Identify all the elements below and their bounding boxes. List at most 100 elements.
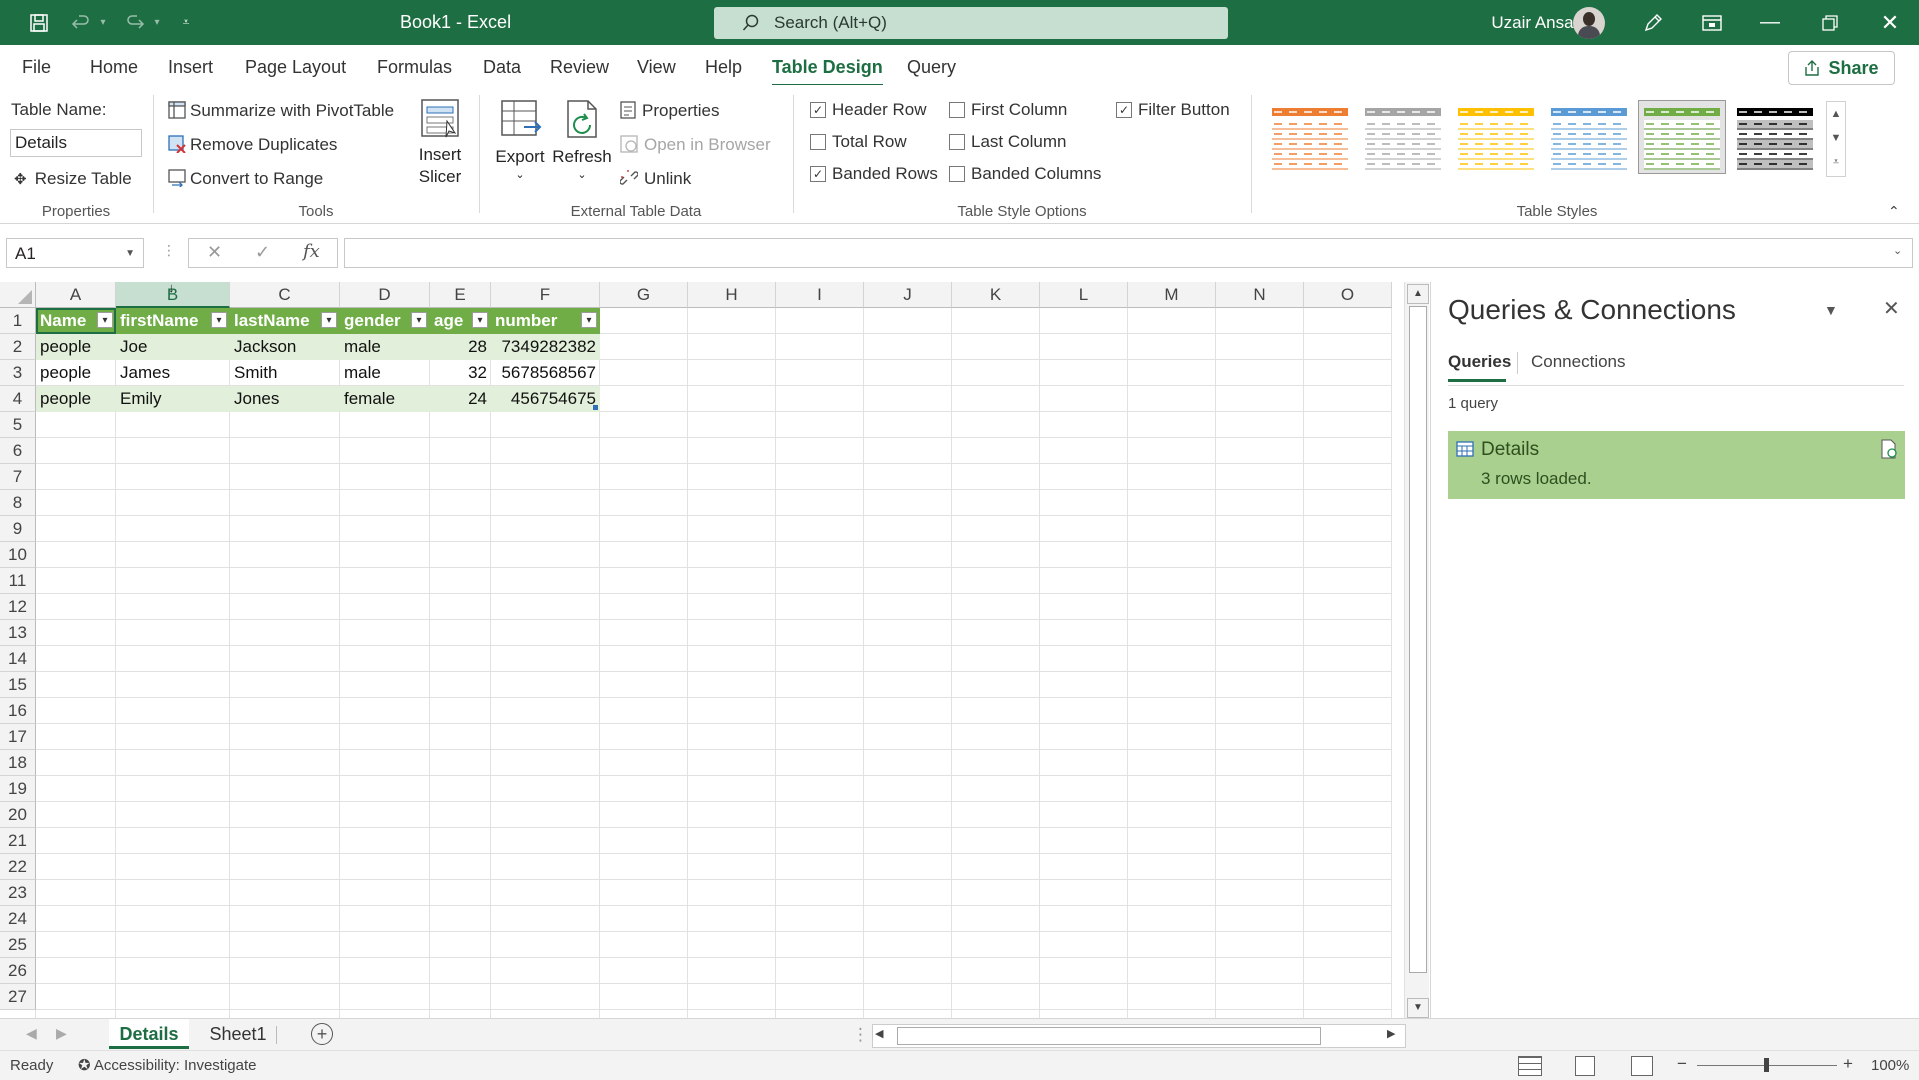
remove-duplicates-button[interactable]: Remove Duplicates	[168, 135, 337, 155]
avatar[interactable]	[1572, 0, 1606, 45]
total-row-checkbox[interactable]	[810, 134, 826, 150]
row-header-19[interactable]: 19	[0, 776, 36, 802]
table-cell[interactable]: 24	[430, 386, 491, 412]
normal-view-icon[interactable]	[1518, 1056, 1542, 1076]
table-resize-handle[interactable]	[593, 405, 598, 410]
row-header-23[interactable]: 23	[0, 880, 36, 906]
table-cell[interactable]: 32	[430, 360, 491, 386]
export-button[interactable]: Export ⌄	[492, 97, 548, 207]
column-header-k[interactable]: K	[952, 282, 1040, 308]
row-header-24[interactable]: 24	[0, 906, 36, 932]
table-cell[interactable]: people	[36, 360, 116, 386]
gallery-up-icon[interactable]: ▲	[1827, 102, 1845, 126]
vertical-scroll-thumb[interactable]	[1409, 306, 1427, 973]
minimize-icon[interactable]: —	[1752, 0, 1788, 45]
table-cell[interactable]: Smith	[230, 360, 340, 386]
filter-dropdown-icon[interactable]: ▾	[581, 312, 597, 328]
table-style-swatch[interactable]	[1545, 100, 1633, 174]
row-header-25[interactable]: 25	[0, 932, 36, 958]
horizontal-scrollbar[interactable]: ◀ ▶	[872, 1024, 1406, 1048]
table-cell[interactable]: James	[116, 360, 230, 386]
table-header-cell[interactable]: firstName ▾	[116, 308, 230, 334]
tab-query[interactable]: Query	[907, 57, 956, 78]
last-column-checkbox[interactable]	[949, 134, 965, 150]
column-header-h[interactable]: H	[688, 282, 776, 308]
table-cell[interactable]: Jackson	[230, 334, 340, 360]
column-header-o[interactable]: O	[1304, 282, 1392, 308]
row-header-11[interactable]: 11	[0, 568, 36, 594]
tab-view[interactable]: View	[637, 57, 676, 78]
zoom-level[interactable]: 100%	[1871, 1057, 1909, 1074]
column-header-j[interactable]: J	[864, 282, 952, 308]
select-all-corner[interactable]	[0, 282, 36, 308]
first-column-checkbox[interactable]	[949, 102, 965, 118]
close-pane-icon[interactable]: ✕	[1883, 296, 1900, 321]
filter-dropdown-icon[interactable]: ▾	[472, 312, 488, 328]
tab-data[interactable]: Data	[483, 57, 521, 78]
row-header-16[interactable]: 16	[0, 698, 36, 724]
name-box[interactable]: A1 ▼	[6, 238, 144, 268]
tab-table-design[interactable]: Table Design	[772, 57, 883, 87]
row-header-26[interactable]: 26	[0, 958, 36, 984]
scroll-down-icon[interactable]: ▼	[1407, 998, 1429, 1018]
row-header-9[interactable]: 9	[0, 516, 36, 542]
table-cell[interactable]: female	[340, 386, 430, 412]
row-header-17[interactable]: 17	[0, 724, 36, 750]
table-cell[interactable]: 7349282382	[491, 334, 600, 360]
table-header-cell[interactable]: gender ▾	[340, 308, 430, 334]
column-header-d[interactable]: D	[340, 282, 430, 308]
open-in-browser-button[interactable]: Open in Browser	[620, 135, 771, 155]
column-header-e[interactable]: E	[430, 282, 491, 308]
filter-dropdown-icon[interactable]: ▾	[211, 312, 227, 328]
resize-table-button[interactable]: ✥ Resize Table	[14, 169, 132, 189]
convert-to-range-button[interactable]: Convert to Range	[168, 169, 323, 189]
insert-slicer-button[interactable]: Insert Slicer	[416, 97, 464, 186]
worksheet-grid[interactable]: A B C D E F G H I J K L M N O 1 2 3 4 5 6 7 8 9 10 11 12 13 14 15 16 17…	[0, 282, 1404, 1018]
table-name-input[interactable]: Details	[10, 129, 142, 157]
row-header-6[interactable]: 6	[0, 438, 36, 464]
unlink-button[interactable]: Unlink	[619, 169, 691, 189]
row-header-4[interactable]: 4	[0, 386, 36, 412]
accessibility-status[interactable]: ✪ Accessibility: Investigate	[78, 1056, 257, 1074]
page-break-view-icon[interactable]	[1631, 1056, 1653, 1076]
table-style-swatch[interactable]	[1731, 100, 1819, 174]
insert-function-icon[interactable]: fx	[303, 241, 320, 262]
tab-insert[interactable]: Insert	[168, 57, 213, 78]
next-sheet-icon[interactable]: ▶	[56, 1025, 67, 1042]
query-refresh-icon[interactable]	[1880, 439, 1898, 459]
table-cell[interactable]: male	[340, 334, 430, 360]
column-header-g[interactable]: G	[600, 282, 688, 308]
row-header-13[interactable]: 13	[0, 620, 36, 646]
expand-formula-icon[interactable]: ⌄	[1893, 244, 1902, 257]
customize-qat-icon[interactable]: ⩡	[176, 0, 196, 45]
zoom-out-icon[interactable]: −	[1677, 1054, 1687, 1074]
scroll-left-icon[interactable]: ◀	[875, 1027, 883, 1040]
row-header-3[interactable]: 3	[0, 360, 36, 386]
add-sheet-icon[interactable]: +	[311, 1023, 333, 1045]
vertical-scrollbar[interactable]: ▲ ▼	[1404, 282, 1429, 1018]
row-header-8[interactable]: 8	[0, 490, 36, 516]
redo-dropdown-icon[interactable]: ▾	[150, 0, 164, 45]
tab-queries[interactable]: Queries	[1448, 352, 1511, 372]
row-header-2[interactable]: 2	[0, 334, 36, 360]
column-header-c[interactable]: C	[230, 282, 340, 308]
zoom-in-icon[interactable]: +	[1843, 1054, 1853, 1074]
filter-button-checkbox[interactable]: ✓	[1116, 102, 1132, 118]
table-style-swatch[interactable]	[1452, 100, 1540, 174]
search-box[interactable]: Search (Alt+Q)	[714, 7, 1228, 39]
row-header-21[interactable]: 21	[0, 828, 36, 854]
row-header-15[interactable]: 15	[0, 672, 36, 698]
table-cell[interactable]: Jones	[230, 386, 340, 412]
table-cell[interactable]: people	[36, 334, 116, 360]
sheet-tab-details[interactable]: Details	[109, 1019, 189, 1049]
table-style-swatch[interactable]	[1359, 100, 1447, 174]
scroll-up-icon[interactable]: ▲	[1407, 284, 1429, 304]
zoom-slider-thumb[interactable]	[1764, 1058, 1769, 1072]
tab-review[interactable]: Review	[550, 57, 609, 78]
enter-formula-icon[interactable]: ✓	[255, 242, 270, 263]
properties-button[interactable]: Properties	[620, 101, 719, 121]
table-style-swatch[interactable]	[1638, 100, 1726, 174]
banded-columns-checkbox[interactable]	[949, 166, 965, 182]
table-style-swatch[interactable]	[1266, 100, 1354, 174]
row-header-14[interactable]: 14	[0, 646, 36, 672]
